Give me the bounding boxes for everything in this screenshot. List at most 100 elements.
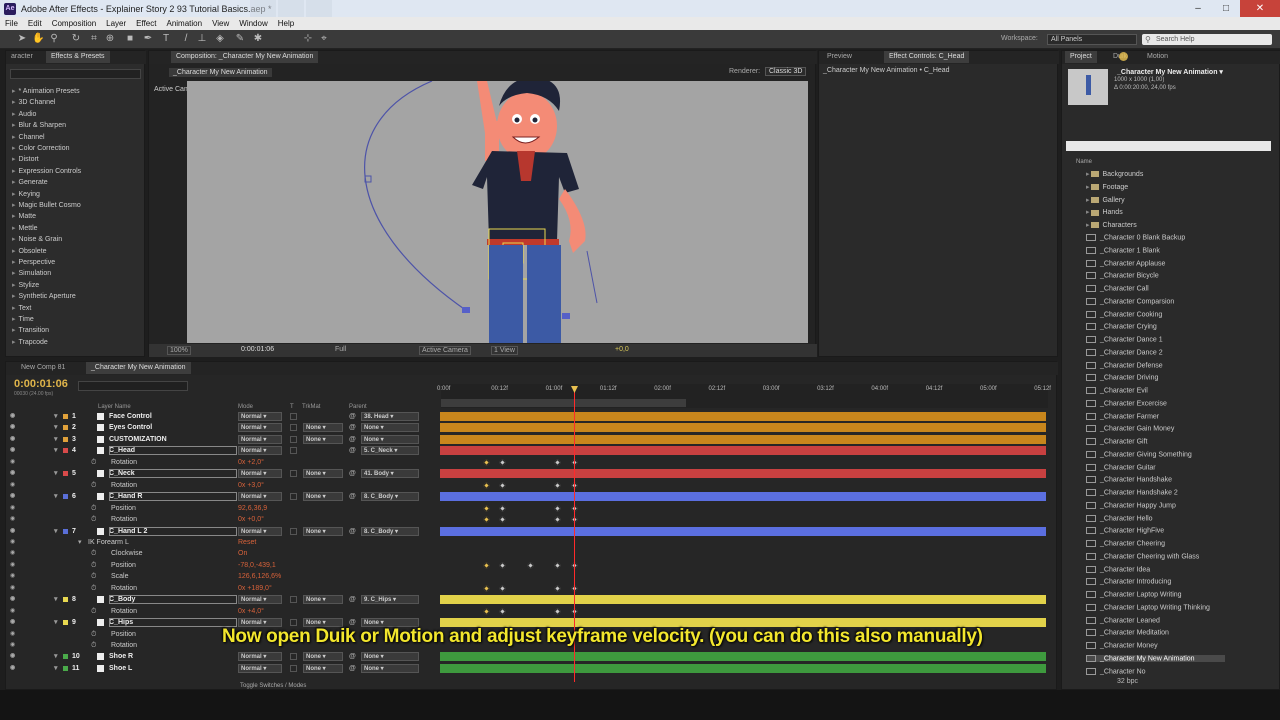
effects-category[interactable]: Trapcode [12, 338, 48, 346]
project-composition-item[interactable]: _Character Hello [1086, 514, 1153, 522]
eye-toggle-icon[interactable]: ◉ [10, 457, 15, 468]
project-composition-item[interactable]: _Character Cheering with Glass [1086, 552, 1199, 560]
t-switch[interactable] [290, 664, 297, 672]
trkmat-select[interactable]: None ▾ [303, 423, 343, 433]
composition-viewer[interactable] [187, 76, 808, 343]
eye-toggle-icon[interactable]: ◉ [10, 445, 15, 456]
comp-timecode[interactable]: 0:00:01:06 [241, 346, 274, 353]
rectangle-tool-icon[interactable]: ■ [124, 33, 136, 45]
effects-category[interactable]: Noise & Grain [12, 235, 63, 243]
parent-select[interactable]: 41. Body ▾ [361, 469, 419, 479]
tab-character[interactable]: aracter [6, 51, 38, 63]
effects-category[interactable]: Text [12, 304, 32, 312]
stopwatch-icon[interactable]: ⏱ [91, 480, 96, 491]
zoom-tool-icon[interactable]: ⚲ [48, 33, 60, 45]
effects-category[interactable]: Distort [12, 155, 39, 163]
menu-animation[interactable]: Animation [161, 19, 207, 28]
menu-edit[interactable]: Edit [23, 19, 47, 28]
project-name-column[interactable]: Name [1076, 159, 1092, 165]
trkmat-select[interactable]: None ▾ [303, 492, 343, 502]
minimize-icon[interactable]: – [1184, 0, 1212, 17]
effects-search-input[interactable] [10, 69, 141, 79]
eye-toggle-icon[interactable]: ◉ [10, 548, 15, 559]
project-composition-item[interactable]: _Character Excercise [1086, 399, 1167, 407]
snap-icon[interactable]: ⌖ [318, 33, 330, 45]
effects-category[interactable]: Channel [12, 133, 45, 141]
pickwhip-icon[interactable]: @ [349, 434, 356, 445]
project-composition-item[interactable]: _Character Dance 1 [1086, 336, 1163, 343]
project-composition-item[interactable]: _Character Cooking [1086, 310, 1162, 318]
view-select[interactable]: 1 View [491, 346, 518, 355]
parent-select[interactable]: None ▾ [361, 652, 419, 662]
project-composition-item[interactable]: _Character Introducing [1086, 578, 1171, 586]
pickwhip-icon[interactable]: @ [349, 651, 356, 662]
trkmat-select[interactable]: None ▾ [303, 663, 343, 673]
stopwatch-icon[interactable]: ⏱ [91, 571, 96, 582]
project-folder[interactable]: Hands [1086, 208, 1123, 216]
trkmat-select[interactable]: None ▾ [303, 434, 343, 444]
effects-category[interactable]: Matte [12, 212, 37, 220]
layer-duration-bar[interactable] [440, 492, 1046, 502]
expand-arrow-icon[interactable]: ▾ [54, 491, 58, 502]
mode-select[interactable]: Normal ▾ [238, 423, 282, 433]
pickwhip-icon[interactable]: @ [349, 491, 356, 502]
eye-toggle-icon[interactable]: ◉ [10, 640, 15, 651]
parent-select[interactable]: 9. C_Hips ▾ [361, 595, 419, 605]
effects-category[interactable]: Generate [12, 178, 48, 186]
anchor-point-icon[interactable]: ⊹ [302, 33, 314, 45]
property-row[interactable]: ◉ ⏱ Position 92,6,36,9 [6, 503, 436, 514]
tab-character-animation[interactable]: _Character My New Animation [86, 362, 191, 374]
work-area-bar[interactable] [441, 399, 686, 407]
effects-category[interactable]: Stylize [12, 281, 40, 289]
mode-select[interactable]: Normal ▾ [238, 469, 282, 479]
eye-toggle-icon[interactable]: ◉ [10, 526, 15, 537]
mode-select[interactable]: Normal ▾ [238, 446, 282, 456]
eye-toggle-icon[interactable]: ◉ [10, 571, 15, 582]
timeline-search-input[interactable] [78, 381, 188, 391]
property-value[interactable]: On [238, 548, 247, 559]
parent-select[interactable]: 38. Head ▾ [361, 412, 419, 421]
mode-select[interactable]: Normal ▾ [238, 434, 282, 444]
project-folder[interactable]: Backgrounds [1086, 170, 1143, 178]
eye-toggle-icon[interactable]: ◉ [10, 663, 15, 674]
mode-select[interactable]: Normal ▾ [238, 595, 282, 605]
effects-category[interactable]: Mettle [12, 224, 38, 232]
rotate-tool-icon[interactable]: ↻ [70, 33, 82, 45]
layer-duration-bar[interactable] [440, 446, 1046, 456]
effects-category[interactable]: Blur & Sharpen [12, 121, 66, 129]
pickwhip-icon[interactable]: @ [349, 422, 356, 433]
project-composition-item[interactable]: _Character Farmer [1086, 412, 1159, 420]
menu-help[interactable]: Help [273, 19, 299, 28]
eye-toggle-icon[interactable]: ◉ [10, 651, 15, 662]
property-value[interactable]: Reset [238, 537, 256, 548]
project-folder[interactable]: Footage [1086, 183, 1128, 191]
layer-row[interactable]: ◉ ▾ 3 CUSTOMIZATION Normal ▾ None ▾ @ None ▾ [6, 434, 436, 445]
pan-behind-tool-icon[interactable]: ⊕ [104, 33, 116, 45]
property-value[interactable]: 0x +3,0° [238, 480, 264, 491]
project-composition-item[interactable]: _Character Evil [1086, 387, 1148, 394]
bpc-toggle[interactable]: 32 bpc [1117, 678, 1138, 685]
layer-name[interactable]: Shoe L [109, 663, 132, 674]
expand-arrow-icon[interactable]: ▾ [54, 468, 58, 479]
project-search-input[interactable] [1066, 141, 1271, 151]
layer-row[interactable]: ◉ ▾ 5 C_Neck Normal ▾ None ▾ @41. Body ▾ [6, 468, 436, 479]
layer-duration-bar[interactable] [440, 412, 1046, 421]
layer-row[interactable]: ◉ ▾ 10 Shoe R Normal ▾ None ▾ @ None ▾ [6, 651, 436, 662]
eye-toggle-icon[interactable]: ◉ [10, 629, 15, 640]
mode-select[interactable]: Normal ▾ [238, 663, 282, 673]
layer-duration-bar[interactable] [440, 652, 1046, 662]
layer-row[interactable]: ◉ ▾ 2 Eyes Control Normal ▾ None ▾ @ None ▾ [6, 422, 436, 433]
mode-select[interactable]: Normal ▾ [238, 492, 282, 502]
zoom-select[interactable]: 100% [167, 346, 191, 355]
eye-toggle-icon[interactable]: ◉ [10, 422, 15, 433]
property-row[interactable]: ◉ ▾ IK Forearm L Reset [6, 537, 436, 548]
property-value[interactable]: 0x +189,0° [238, 583, 272, 594]
project-composition-item[interactable]: _Character Money [1086, 642, 1158, 649]
expand-arrow-icon[interactable]: ▾ [54, 617, 58, 628]
stopwatch-icon[interactable]: ⏱ [91, 629, 96, 640]
t-switch[interactable] [290, 413, 297, 420]
pickwhip-icon[interactable]: @ [349, 468, 356, 479]
layer-duration-bar[interactable] [440, 423, 1046, 433]
layer-duration-bar[interactable] [440, 469, 1046, 479]
tab-effects-presets[interactable]: Effects & Presets [46, 51, 110, 63]
